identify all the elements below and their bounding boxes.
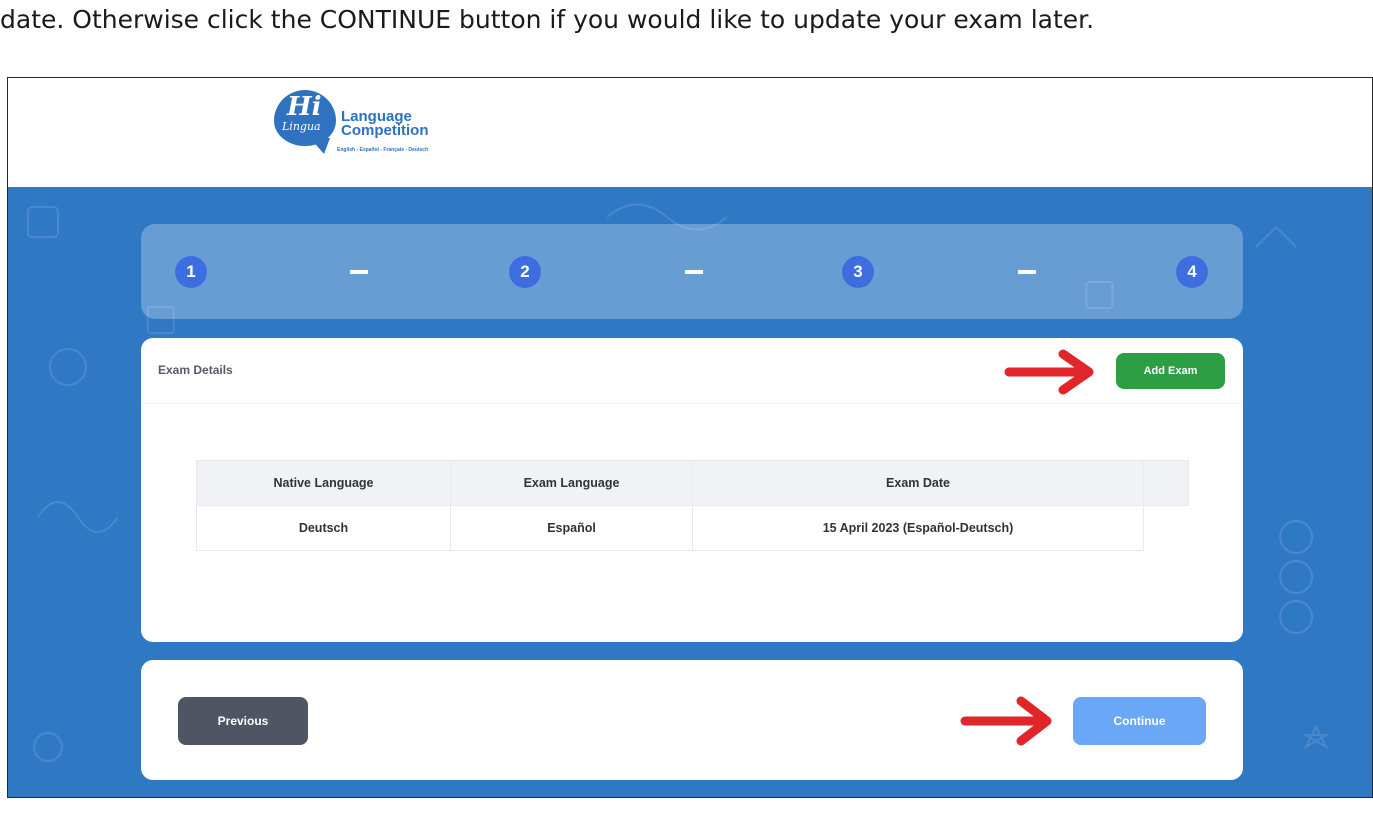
- exam-details-title: Exam Details: [158, 363, 233, 377]
- continue-button[interactable]: Continue: [1073, 697, 1206, 745]
- exam-details-card: Exam Details Add Exam Native Language Ex…: [141, 338, 1243, 642]
- progress-stepper: 1 2 3 4: [141, 224, 1243, 319]
- logo-languages: English - Español - Français - Deutsch: [337, 147, 429, 153]
- instruction-caption: date. Otherwise click the CONTINUE butto…: [0, 0, 1373, 60]
- exam-details-header: Exam Details Add Exam: [141, 338, 1243, 404]
- navigation-card: Previous Continue: [141, 660, 1243, 780]
- cell-exam-language: Español: [450, 505, 693, 551]
- logo-lingua: Lingua: [282, 120, 321, 133]
- exam-table: Native Language Exam Language Exam Date …: [196, 460, 1189, 551]
- column-header-native-language: Native Language: [196, 460, 451, 506]
- step-separator: [350, 270, 368, 274]
- table-row: Deutsch Español 15 April 2023 (Español-D…: [196, 505, 1189, 551]
- table-header-row: Native Language Exam Language Exam Date: [196, 460, 1189, 506]
- hi-lingua-logo[interactable]: Hi Lingua Language Competition English -…: [274, 86, 494, 181]
- previous-button[interactable]: Previous: [178, 697, 308, 745]
- step-3[interactable]: 3: [842, 256, 874, 288]
- logo-hi: Hi: [287, 92, 322, 122]
- annotation-arrow-icon: [960, 696, 1052, 746]
- logo-bubble-tail: [310, 138, 330, 154]
- cell-native-language: Deutsch: [196, 505, 451, 551]
- site-header: Hi Lingua Language Competition English -…: [8, 78, 1372, 187]
- column-header-exam-date: Exam Date: [692, 460, 1144, 506]
- annotation-arrow-icon: [1004, 349, 1094, 395]
- add-exam-button[interactable]: Add Exam: [1116, 353, 1225, 389]
- column-header-exam-language: Exam Language: [450, 460, 693, 506]
- step-1[interactable]: 1: [175, 256, 207, 288]
- step-separator: [1018, 270, 1036, 274]
- step-separator: [685, 270, 703, 274]
- cell-exam-date: 15 April 2023 (Español-Deutsch): [692, 505, 1144, 551]
- caption-text: date. Otherwise click the CONTINUE butto…: [0, 5, 1095, 34]
- app-window: Hi Lingua Language Competition English -…: [7, 77, 1373, 798]
- step-2[interactable]: 2: [509, 256, 541, 288]
- logo-title: Language Competition: [341, 109, 429, 139]
- step-4[interactable]: 4: [1176, 256, 1208, 288]
- logo-title-line2: Competition: [341, 122, 429, 139]
- column-header-actions: [1143, 460, 1189, 506]
- cell-actions: [1143, 505, 1189, 551]
